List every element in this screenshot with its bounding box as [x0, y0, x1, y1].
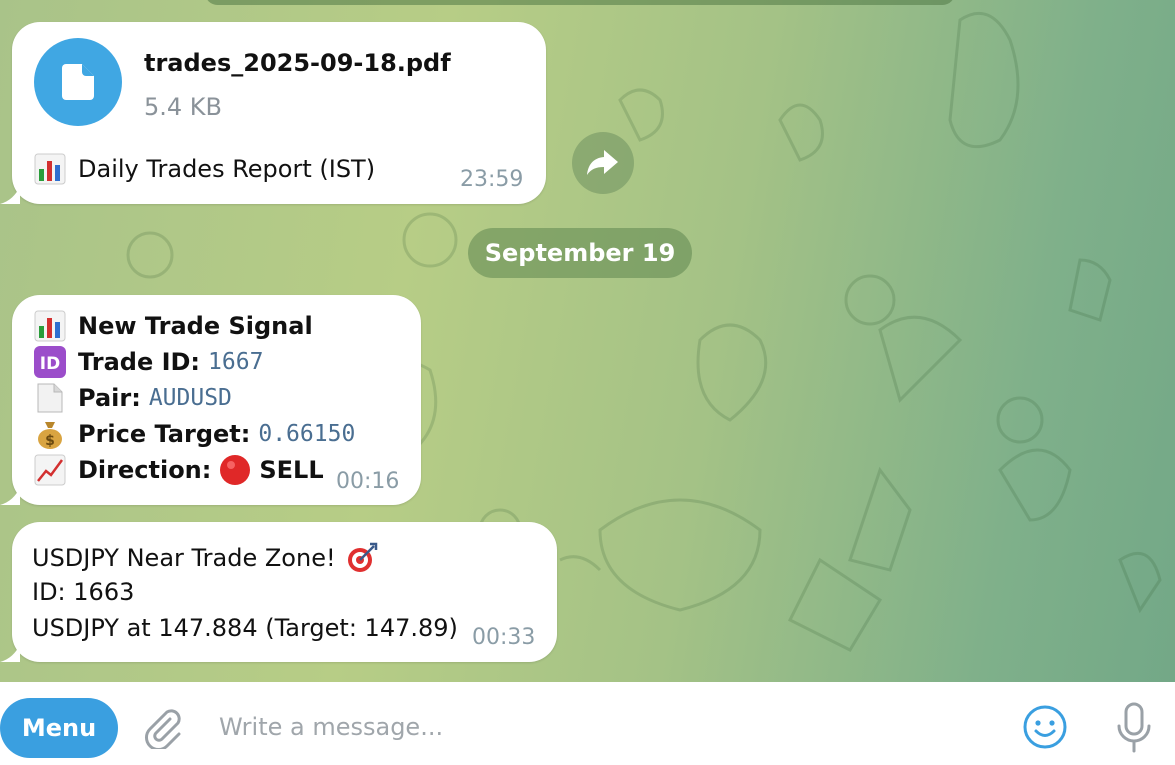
signal-title-line: New Trade Signal — [34, 310, 313, 342]
direction-line: Direction: SELL — [34, 454, 324, 486]
file-name[interactable]: trades_2025-09-18.pdf — [144, 49, 451, 77]
price-target-label: Price Target: — [78, 420, 251, 448]
direction-label: Direction: — [78, 456, 212, 484]
message-time: 00:16 — [336, 469, 400, 494]
bubble-tail — [0, 186, 20, 204]
zone-line-3: USDJPY at 147.884 (Target: 147.89) — [32, 614, 458, 642]
signal-title: New Trade Signal — [78, 312, 313, 340]
price-target-line: $ Price Target: 0.66150 — [34, 418, 355, 450]
bar-chart-icon — [34, 153, 66, 185]
smiley-icon[interactable] — [1022, 704, 1068, 750]
date-separator: September 19 — [468, 228, 692, 278]
bubble-tail — [0, 487, 20, 505]
message-time: 23:59 — [460, 167, 524, 192]
red-circle-icon — [219, 454, 251, 486]
file-message-bubble[interactable]: trades_2025-09-18.pdf 5.4 KB Daily Trade… — [12, 22, 546, 204]
chat-background: trades_2025-09-18.pdf 5.4 KB Daily Trade… — [0, 0, 1175, 682]
chart-decreasing-icon — [34, 454, 66, 486]
direction-value: SELL — [259, 456, 324, 484]
svg-text:ID: ID — [40, 354, 60, 374]
file-caption-text: Daily Trades Report (IST) — [78, 155, 376, 183]
zone-line-1: USDJPY Near Trade Zone! — [32, 542, 390, 574]
svg-text:$: $ — [45, 433, 55, 449]
previous-date-pill — [205, 0, 955, 5]
trade-id-value[interactable]: 1667 — [208, 349, 263, 375]
forward-button[interactable] — [572, 132, 634, 194]
message-input[interactable] — [205, 702, 1013, 752]
message-time: 00:33 — [472, 625, 536, 650]
id-badge-icon: ID — [34, 346, 66, 378]
trade-id-label: Trade ID: — [78, 348, 201, 376]
trade-zone-bubble[interactable]: USDJPY Near Trade Zone! ID: 1663 USDJPY … — [12, 522, 557, 662]
direct-hit-icon — [346, 542, 378, 574]
menu-button[interactable]: Menu — [0, 698, 118, 758]
price-target-value[interactable]: 0.66150 — [258, 421, 355, 447]
pair-label: Pair: — [78, 384, 141, 412]
pair-value[interactable]: AUDUSD — [149, 385, 232, 411]
zone-line-2: ID: 1663 — [32, 578, 135, 606]
bar-chart-icon — [34, 310, 66, 342]
zone-headline: USDJPY Near Trade Zone! — [32, 544, 336, 572]
page-icon — [34, 382, 66, 414]
microphone-icon[interactable] — [1114, 702, 1154, 754]
document-icon — [62, 64, 94, 100]
money-bag-icon: $ — [34, 418, 66, 450]
document-file-button[interactable] — [34, 38, 122, 126]
pair-line: Pair: AUDUSD — [34, 382, 232, 414]
trade-signal-bubble[interactable]: New Trade Signal ID Trade ID: 1667 Pair:… — [12, 295, 421, 505]
trade-id-line: ID Trade ID: 1667 — [34, 346, 263, 378]
paperclip-icon[interactable] — [142, 707, 182, 749]
forward-arrow-icon — [587, 150, 618, 175]
file-caption: Daily Trades Report (IST) — [34, 153, 375, 185]
file-size: 5.4 KB — [144, 93, 222, 121]
bubble-tail — [0, 644, 20, 662]
message-composer: Menu — [0, 682, 1175, 765]
